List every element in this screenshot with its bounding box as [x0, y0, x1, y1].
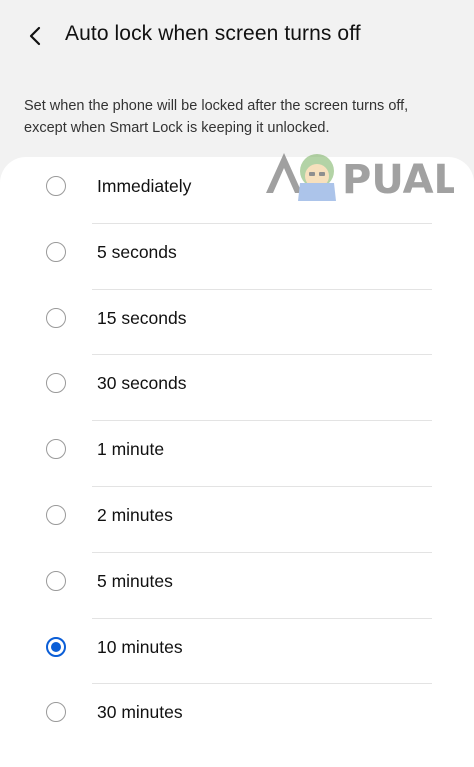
radio-button[interactable] [46, 570, 66, 591]
option-label: 10 minutes [97, 636, 183, 657]
page-title: Auto lock when screen turns off [65, 22, 361, 45]
radio-button[interactable] [46, 702, 66, 723]
option-label: Immediately [97, 176, 192, 196]
radio-button[interactable] [46, 307, 66, 328]
option-label: 5 minutes [97, 570, 173, 591]
option-row[interactable]: 10 minutes [0, 618, 474, 684]
radio-button[interactable] [46, 505, 66, 525]
option-label: 5 seconds [97, 241, 177, 262]
option-label: 15 seconds [97, 307, 187, 328]
radio-button[interactable] [46, 373, 66, 394]
option-label: 30 minutes [97, 702, 183, 723]
radio-button[interactable] [46, 241, 66, 262]
option-row[interactable]: 30 seconds [0, 354, 474, 420]
option-row[interactable]: 15 seconds [0, 289, 474, 355]
option-row[interactable]: 5 seconds [0, 223, 474, 289]
radio-button-selected[interactable] [46, 636, 66, 657]
back-button[interactable] [20, 20, 52, 52]
top-app-bar: Auto lock when screen turns off [0, 0, 474, 72]
option-row[interactable]: 1 minute [0, 420, 474, 486]
radio-button[interactable] [46, 176, 66, 196]
option-row[interactable]: 2 minutes [0, 486, 474, 552]
chevron-left-icon [29, 26, 41, 46]
option-label: 2 minutes [97, 505, 173, 525]
option-label: 1 minute [97, 439, 165, 460]
description-text: Set when the phone will be locked after … [24, 98, 409, 136]
option-row[interactable]: 30 minutes [0, 683, 474, 749]
radio-button[interactable] [46, 439, 66, 460]
option-row[interactable]: 5 minutes [0, 552, 474, 618]
option-label: 30 seconds [97, 373, 187, 394]
option-row[interactable]: Immediately [0, 157, 474, 223]
options-card: Immediately 5 seconds 15 seconds 30 seconds… [0, 157, 474, 767]
